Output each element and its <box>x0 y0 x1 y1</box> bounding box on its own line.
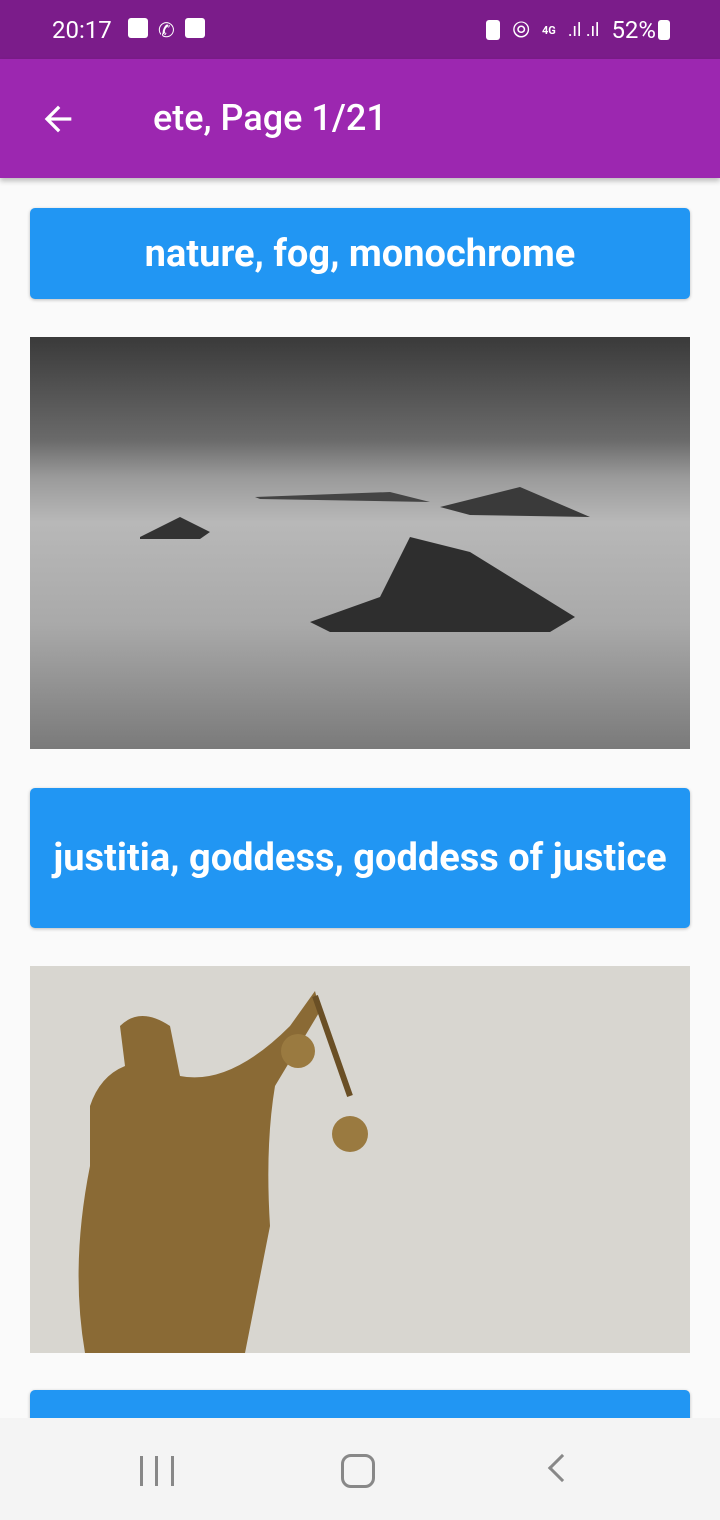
item-title-button[interactable]: nature, fog, monochrome <box>30 208 690 299</box>
item-title-button[interactable]: justitia, goddess, goddess of justice <box>30 788 690 928</box>
signal-icon: .ıl .ıl <box>567 19 600 41</box>
status-bar: 20:17 ✆ ⦾ 4G .ıl .ıl 52% <box>0 0 720 59</box>
recent-apps-icon[interactable] <box>140 1456 174 1486</box>
hotspot-icon: ⦾ <box>512 17 530 43</box>
gallery-icon <box>128 18 148 38</box>
task-icon <box>184 18 205 38</box>
page-title: ete, Page 1/21 <box>153 97 387 139</box>
battery-charging-icon <box>658 20 670 40</box>
fog-rocks-image[interactable] <box>30 337 690 749</box>
battery-percent: 52% <box>611 16 656 44</box>
system-nav-bar <box>0 1418 720 1520</box>
back-arrow-icon[interactable] <box>38 99 78 139</box>
phone-icon: ✆ <box>158 18 175 42</box>
battery-saver-icon <box>486 20 501 40</box>
status-time: 20:17 <box>52 16 112 44</box>
system-back-icon[interactable] <box>547 1453 577 1483</box>
justitia-statue-image[interactable] <box>30 966 690 1353</box>
home-icon[interactable] <box>341 1454 375 1488</box>
app-bar: ete, Page 1/21 <box>0 59 720 178</box>
network-type: 4G <box>542 23 556 37</box>
